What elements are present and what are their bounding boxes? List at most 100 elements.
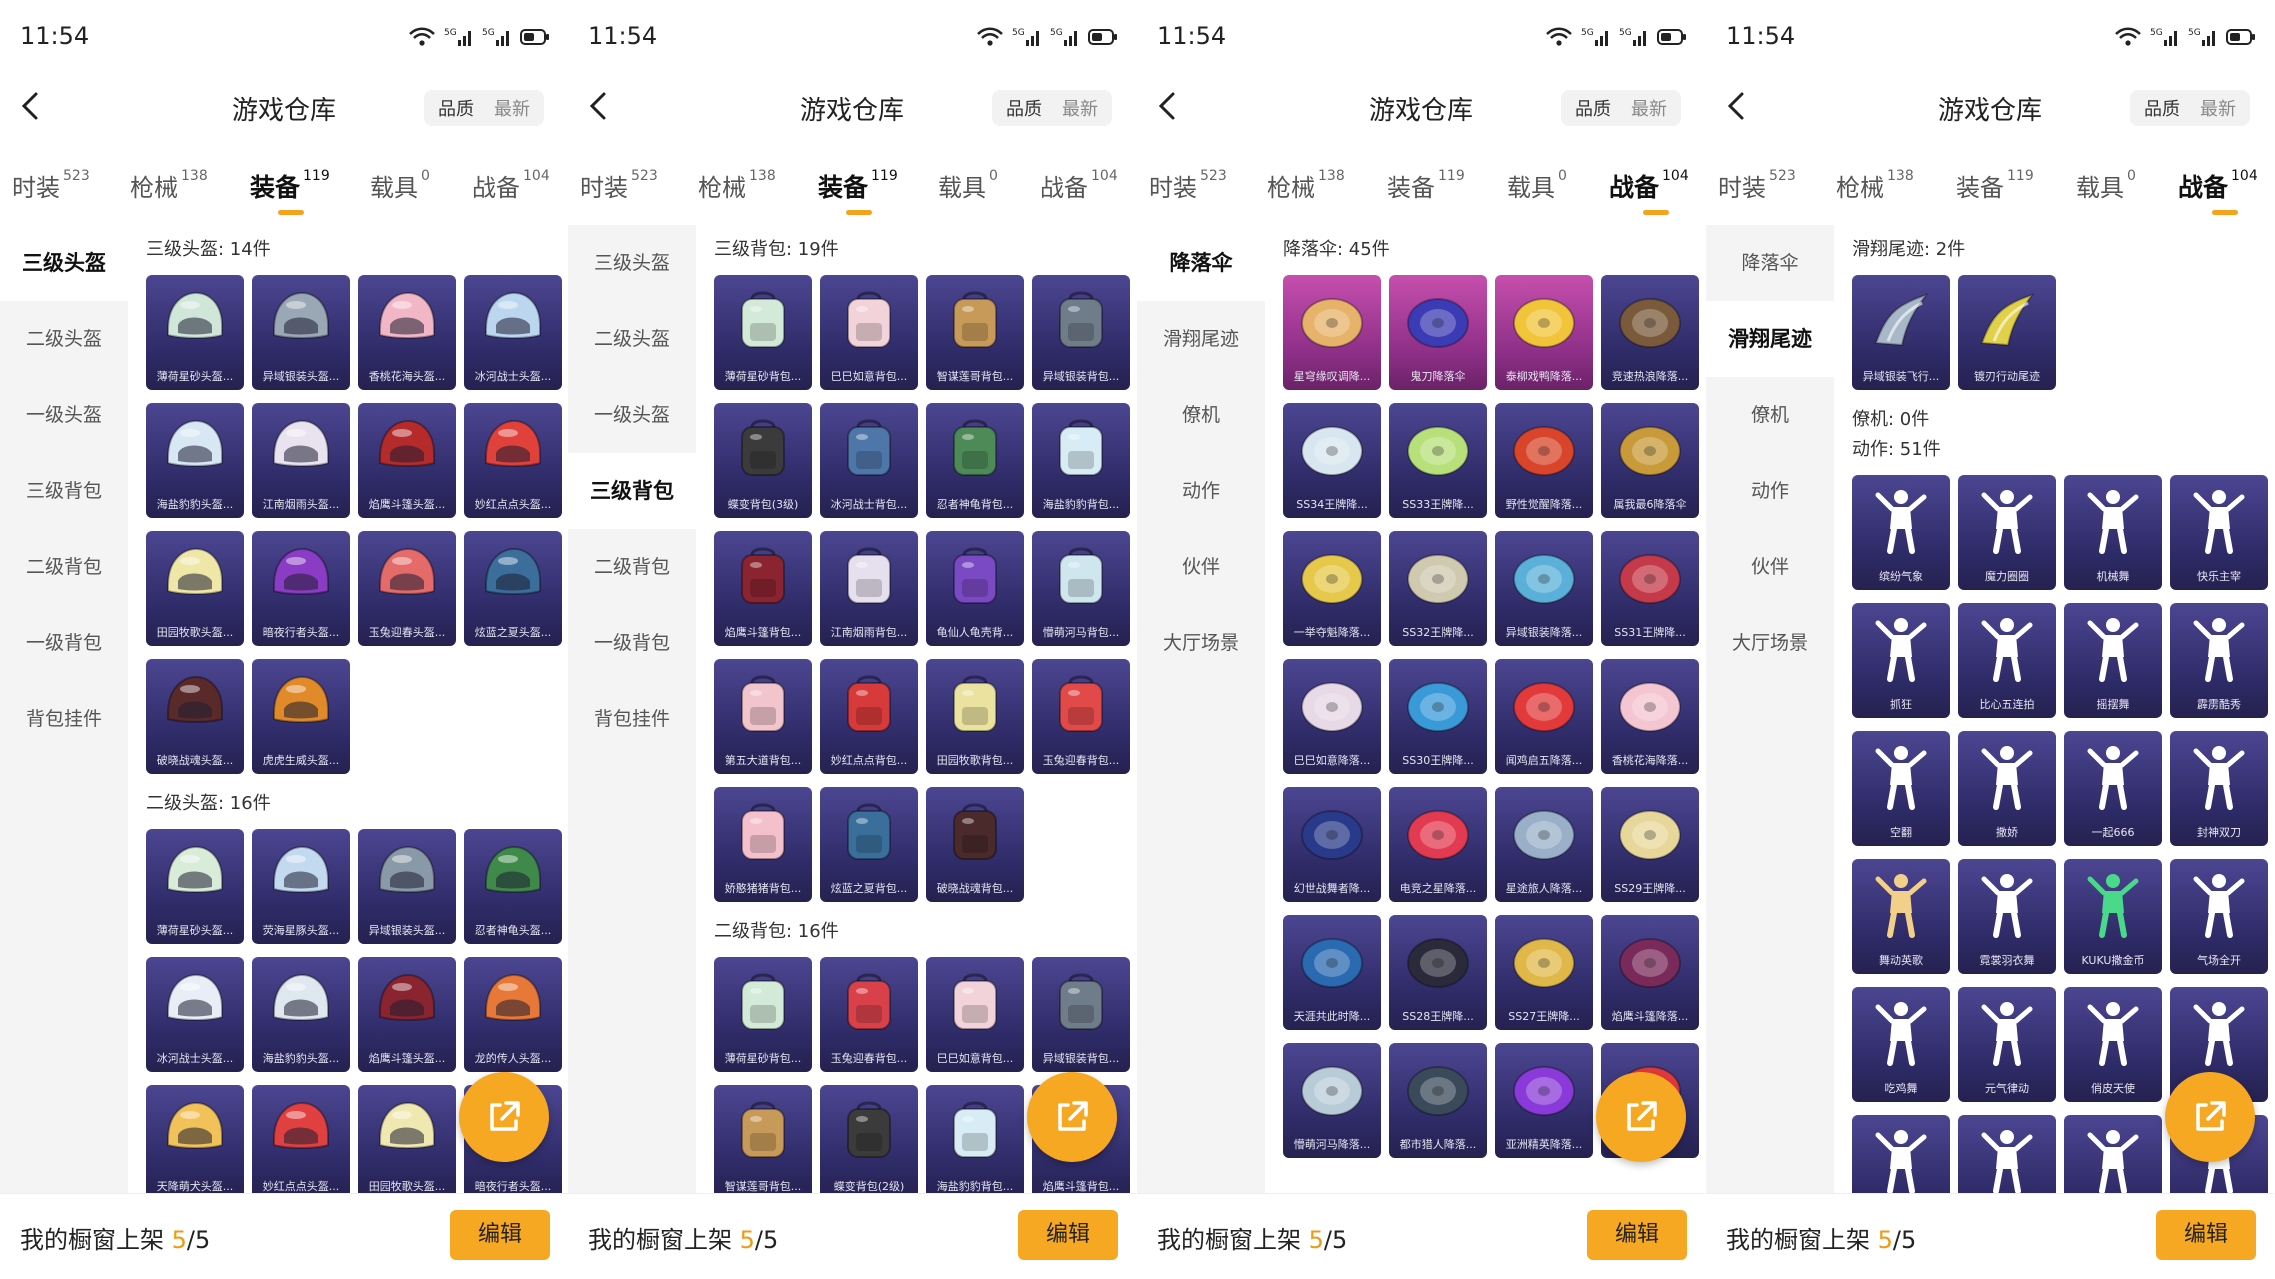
item-tile[interactable]: 智谋莲哥背包... bbox=[926, 275, 1024, 390]
item-tile[interactable]: 薄荷星砂头盔... bbox=[146, 829, 244, 944]
item-tile[interactable]: 一举夺魁降落... bbox=[1283, 531, 1381, 646]
item-tile[interactable]: 闻鸡启五降落... bbox=[1495, 659, 1593, 774]
item-tile[interactable]: 镀刃行动尾迹 bbox=[1958, 275, 2056, 390]
item-tile[interactable]: SS34王牌降... bbox=[1283, 403, 1381, 518]
sidebar-item[interactable]: 一级背包 bbox=[568, 605, 696, 681]
item-tile[interactable]: 田园牧歌背包... bbox=[926, 659, 1024, 774]
item-tile[interactable]: 异域银装飞行... bbox=[1852, 275, 1950, 390]
sidebar-item[interactable]: 伙伴 bbox=[1706, 529, 1834, 605]
sidebar-item[interactable]: 滑翔尾迹 bbox=[1137, 301, 1265, 377]
item-tile[interactable]: 智谋莲哥背包... bbox=[714, 1085, 812, 1194]
sidebar-item[interactable]: 背包挂件 bbox=[0, 681, 128, 757]
item-tile[interactable]: 巳巳如意降落... bbox=[1283, 659, 1381, 774]
tab-1[interactable]: 枪械 138 bbox=[1267, 168, 1345, 203]
item-tile[interactable]: 机械舞 bbox=[2064, 475, 2162, 590]
sidebar-item[interactable]: 僚机 bbox=[1137, 377, 1265, 453]
item-tile[interactable]: 魔力圈圈 bbox=[1958, 475, 2056, 590]
item-tile[interactable]: 冰河战士头盔... bbox=[464, 275, 562, 390]
sort-newest-button[interactable]: 最新 bbox=[484, 95, 540, 121]
sidebar-item[interactable]: 三级背包 bbox=[568, 453, 696, 529]
item-tile[interactable]: 巳巳如意背包... bbox=[926, 957, 1024, 1072]
item-tile[interactable]: 俏皮天使 bbox=[2064, 987, 2162, 1102]
item-tile[interactable]: 焰鹰斗篷头盔... bbox=[358, 957, 456, 1072]
sidebar-item[interactable]: 大厅场景 bbox=[1137, 605, 1265, 681]
tab-3[interactable]: 载具 0 bbox=[2076, 168, 2136, 203]
item-tile[interactable]: 抓狂 bbox=[1852, 603, 1950, 718]
item-tile[interactable]: 天降萌犬头盔... bbox=[146, 1085, 244, 1194]
item-tile[interactable]: 焰鹰斗篷降落... bbox=[1601, 915, 1699, 1030]
item-tile[interactable]: 异域银装背包... bbox=[1032, 275, 1130, 390]
sidebar-item[interactable]: 大厅场景 bbox=[1706, 605, 1834, 681]
item-tile[interactable]: 异域银装头盔... bbox=[358, 829, 456, 944]
sidebar-item[interactable]: 僚机 bbox=[1706, 377, 1834, 453]
item-tile[interactable]: 星途旅人降落... bbox=[1495, 787, 1593, 902]
edit-button[interactable]: 编辑 bbox=[1018, 1210, 1118, 1260]
sidebar-item[interactable]: 三级头盔 bbox=[0, 225, 128, 301]
item-tile[interactable]: 妙红点点头盔... bbox=[464, 403, 562, 518]
tab-0[interactable]: 时装 523 bbox=[1718, 168, 1796, 203]
sidebar-item[interactable]: 二级背包 bbox=[568, 529, 696, 605]
item-tile[interactable]: 虎虎生威头盔... bbox=[252, 659, 350, 774]
sidebar-item[interactable]: 动作 bbox=[1706, 453, 1834, 529]
item-tile[interactable]: 玉兔迎春背包... bbox=[820, 957, 918, 1072]
share-button[interactable] bbox=[459, 1072, 549, 1162]
item-tile[interactable]: 薄荷星砂头盔... bbox=[146, 275, 244, 390]
sort-newest-button[interactable]: 最新 bbox=[1052, 95, 1108, 121]
item-tile[interactable]: 一起666 bbox=[2064, 731, 2162, 846]
item-tile[interactable]: 龟仙人龟壳背... bbox=[926, 531, 1024, 646]
item-tile[interactable]: 薄荷星砂背包... bbox=[714, 957, 812, 1072]
item-tile[interactable]: 冰河战士背包... bbox=[820, 403, 918, 518]
item-tile[interactable]: 海盐豹豹背包... bbox=[926, 1085, 1024, 1194]
sort-newest-button[interactable]: 最新 bbox=[1621, 95, 1677, 121]
sort-quality-button[interactable]: 品质 bbox=[996, 95, 1052, 121]
item-tile[interactable]: 快乐主宰 bbox=[2170, 475, 2268, 590]
sort-quality-button[interactable]: 品质 bbox=[428, 95, 484, 121]
tab-1[interactable]: 枪械 138 bbox=[698, 168, 776, 203]
item-tile[interactable]: 玉兔迎春背包... bbox=[1032, 659, 1130, 774]
item-tile[interactable]: SS33王牌降... bbox=[1389, 403, 1487, 518]
item-tile[interactable]: 天涯共此时降... bbox=[1283, 915, 1381, 1030]
sidebar-item[interactable]: 一级背包 bbox=[0, 605, 128, 681]
tab-4[interactable]: 战备 104 bbox=[472, 168, 550, 203]
item-tile[interactable]: 炫蓝之夏背包... bbox=[820, 787, 918, 902]
item-tile[interactable]: 气场全开 bbox=[2170, 859, 2268, 974]
tab-3[interactable]: 载具 0 bbox=[938, 168, 998, 203]
tab-3[interactable]: 载具 0 bbox=[370, 168, 430, 203]
item-tile[interactable]: 异域银装头盔... bbox=[252, 275, 350, 390]
item-tile[interactable] bbox=[2064, 1115, 2162, 1194]
item-tile[interactable]: 野性觉醒降落... bbox=[1495, 403, 1593, 518]
item-tile[interactable]: 霹雳酷秀 bbox=[2170, 603, 2268, 718]
sidebar-item[interactable]: 二级头盔 bbox=[568, 301, 696, 377]
item-tile[interactable]: 竞速热浪降落... bbox=[1601, 275, 1699, 390]
item-tile[interactable]: 懵萌河马背包... bbox=[1032, 531, 1130, 646]
item-tile[interactable]: 焰鹰斗篷头盔... bbox=[358, 403, 456, 518]
item-tile[interactable]: 玉兔迎春头盔... bbox=[358, 531, 456, 646]
item-tile[interactable]: 香桃花海头盔... bbox=[358, 275, 456, 390]
item-tile[interactable]: 吃鸡舞 bbox=[1852, 987, 1950, 1102]
item-tile[interactable]: 懵萌河马降落... bbox=[1283, 1043, 1381, 1158]
item-tile[interactable]: 比心五连拍 bbox=[1958, 603, 2056, 718]
edit-button[interactable]: 编辑 bbox=[2156, 1210, 2256, 1260]
item-tile[interactable]: SS30王牌降... bbox=[1389, 659, 1487, 774]
tab-4[interactable]: 战备 104 bbox=[1040, 168, 1118, 203]
sidebar-item[interactable]: 二级头盔 bbox=[0, 301, 128, 377]
item-tile[interactable]: 海盐豹豹头盔... bbox=[146, 403, 244, 518]
item-tile[interactable]: 田园牧歌头盔... bbox=[358, 1085, 456, 1194]
item-tile[interactable]: SS31王牌降... bbox=[1601, 531, 1699, 646]
sort-quality-button[interactable]: 品质 bbox=[2134, 95, 2190, 121]
sidebar-item[interactable]: 一级头盔 bbox=[0, 377, 128, 453]
item-tile[interactable]: 破晓战魂头盔... bbox=[146, 659, 244, 774]
item-tile[interactable]: 妙红点点背包... bbox=[820, 659, 918, 774]
item-tile[interactable]: 幻世战舞者降... bbox=[1283, 787, 1381, 902]
item-tile[interactable]: 妙红点点头盔... bbox=[252, 1085, 350, 1194]
sort-quality-button[interactable]: 品质 bbox=[1565, 95, 1621, 121]
item-tile[interactable]: 属我最6降落伞 bbox=[1601, 403, 1699, 518]
tab-2[interactable]: 装备 119 bbox=[1956, 168, 2034, 203]
item-tile[interactable]: 薄荷星砂背包... bbox=[714, 275, 812, 390]
item-tile[interactable]: 香桃花海降落... bbox=[1601, 659, 1699, 774]
edit-button[interactable]: 编辑 bbox=[450, 1210, 550, 1260]
item-tile[interactable]: 蝶变背包(3级) bbox=[714, 403, 812, 518]
item-tile[interactable]: 荧海星豚头盔... bbox=[252, 829, 350, 944]
sidebar-item[interactable]: 三级背包 bbox=[0, 453, 128, 529]
item-tile[interactable]: 龙的传人头盔... bbox=[464, 957, 562, 1072]
